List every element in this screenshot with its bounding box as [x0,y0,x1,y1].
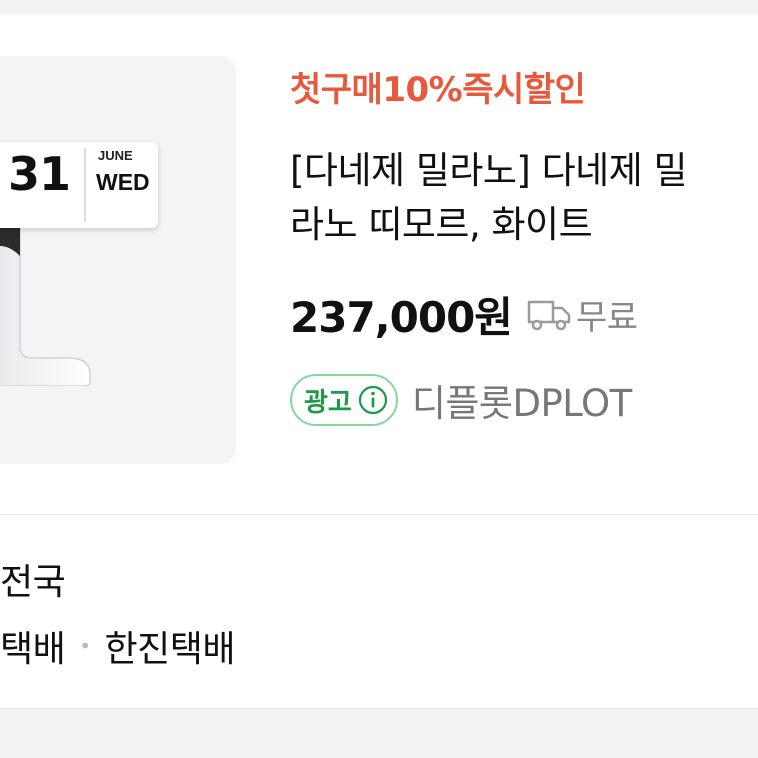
delivery-region: 전국 [0,562,66,603]
product-title-line: 라노 띠모르, 화이트 [290,203,593,246]
ad-badge[interactable]: 광고 [290,374,398,426]
courier-item: 택배 [0,629,66,670]
ad-row: 광고 디플롯DPLOT [290,370,632,430]
truck-icon [527,300,571,331]
delivery-info: 전국 택배 • 한진택배 [0,515,758,708]
info-icon[interactable] [358,385,388,415]
calendar-weekday: WED [96,169,150,195]
product-title[interactable]: [다네제 밀라노] 다네제 밀 라노 띠모르, 화이트 [290,144,758,252]
calendar-stand-graphic [0,216,91,386]
product-card[interactable]: 31 JUNE WED 첫구매10%즉시할인 [다네제 밀라노] 다네제 밀 라… [0,14,758,514]
seller-name[interactable]: 디플롯DPLOT [412,373,632,427]
courier-list: 택배 • 한진택배 [0,621,236,671]
product-title-line: [다네제 밀라노] 다네제 밀 [290,149,688,192]
section-divider [0,708,758,709]
calendar-month: JUNE [98,148,133,163]
ad-badge-label: 광고 [304,387,352,418]
separator-dot: • [79,634,91,658]
product-price: 237,000원 [290,292,513,342]
courier-item: 한진택배 [104,629,236,670]
price-row: 237,000원 무료 [290,286,638,342]
product-image[interactable]: 31 JUNE WED [0,56,236,464]
calendar-day: 31 [8,147,71,201]
calendar-divider [84,148,86,222]
promo-label: 첫구매10%즉시할인 [290,70,586,110]
shipping-label: 무료 [575,297,638,338]
